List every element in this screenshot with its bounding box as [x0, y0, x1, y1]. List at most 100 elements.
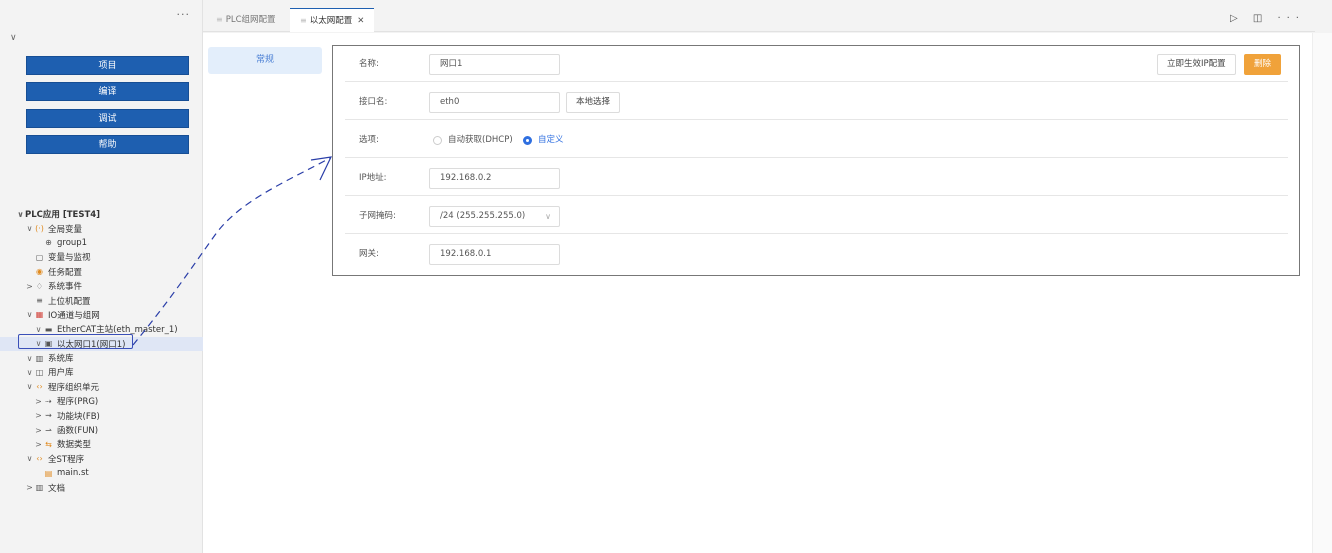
tree-item[interactable]: > ⇆ 数据类型: [0, 437, 203, 451]
apply-ip-button[interactable]: 立即生效IP配置: [1157, 54, 1236, 75]
tree-item-label: 函数(FUN): [57, 426, 99, 437]
tree-node-icon: ⇢: [45, 396, 52, 406]
category-general[interactable]: 常规: [208, 47, 322, 74]
tree-node-icon: ⇝: [45, 411, 52, 421]
project-tree: ∨ PLC应用 [TEST4] ∨ (·) 全局变量 ⊕ group1 ▢ 变量与监视 ◉ 任务配置…: [0, 207, 203, 495]
tree-item[interactable]: ∨ PLC应用 [TEST4]: [0, 207, 203, 221]
tree-item-label: group1: [57, 237, 88, 248]
row-options: 选项: 自动获取(DHCP) 自定义: [345, 122, 1288, 158]
tab-label: 以太网配置: [309, 16, 353, 26]
tree-node-icon: ▥: [35, 353, 44, 363]
tree-node-icon: ◉: [36, 267, 43, 277]
compile-button[interactable]: 编译: [26, 82, 189, 101]
radio-checked-icon: [523, 135, 532, 145]
row-interface: 接口名: eth0 本地选择: [345, 84, 1288, 120]
tree-item[interactable]: ∨ ◫ 用户库: [0, 365, 203, 379]
chevron-down-icon[interactable]: ∨: [25, 382, 34, 391]
tree-item-label: 数据类型: [57, 440, 92, 451]
selection-highlight: [18, 334, 133, 349]
tree-node-icon: ▥: [35, 483, 44, 493]
tree-item[interactable]: > ▥ 文档: [0, 480, 203, 494]
tree-item-label: 用户库: [48, 368, 74, 379]
chevron-right-icon[interactable]: >: [25, 483, 34, 492]
chevron-right-icon[interactable]: >: [34, 440, 43, 449]
name-input[interactable]: 网口1: [429, 54, 560, 75]
tree-item-label: 文档: [48, 483, 66, 494]
tree-node-icon: ⇀: [45, 425, 52, 435]
mask-value: /24 (255.255.255.0): [440, 211, 526, 221]
tree-item[interactable]: > ♢ 系统事件: [0, 279, 203, 293]
row-name: 名称: 网口1 立即生效IP配置 删除: [345, 46, 1288, 82]
row-ip: IP地址: 192.168.0.2: [345, 160, 1288, 196]
ellipsis-icon[interactable]: ···: [177, 8, 191, 21]
chevron-down-icon[interactable]: ∨: [25, 354, 34, 363]
name-label: 名称:: [359, 59, 379, 69]
row-mask: 子网掩码: /24 (255.255.255.0) ∨: [345, 198, 1288, 234]
close-icon[interactable]: ✕: [357, 16, 364, 26]
local-select-button[interactable]: 本地选择: [566, 92, 621, 113]
tree-item[interactable]: ∨ ‹› 程序组织单元: [0, 380, 203, 394]
ip-input[interactable]: 192.168.0.2: [429, 168, 560, 189]
iface-label: 接口名:: [359, 97, 388, 107]
radio-circle-icon: [433, 135, 442, 145]
tree-item-label: 任务配置: [48, 267, 83, 278]
radio-dhcp-label: 自动获取(DHCP): [448, 135, 513, 145]
chevron-down-icon[interactable]: ∨: [34, 325, 43, 334]
tree-item[interactable]: ▤ main.st: [0, 466, 203, 480]
scrollbar[interactable]: [1312, 33, 1332, 553]
help-button[interactable]: 帮助: [26, 135, 189, 154]
tree-item[interactable]: ≡ 上位机配置: [0, 293, 203, 307]
tree-item[interactable]: ⊕ group1: [0, 236, 203, 250]
tree-node-icon: ▤: [44, 468, 53, 478]
tree-item[interactable]: > ⇝ 功能块(FB): [0, 408, 203, 422]
tree-item[interactable]: ∨ (·) 全局变量: [0, 221, 203, 235]
mask-label: 子网掩码:: [359, 211, 396, 221]
chevron-down-icon[interactable]: ∨: [10, 33, 17, 43]
row-gateway: 网关: 192.168.0.1: [345, 236, 1288, 272]
tree-node-icon: ▢: [35, 252, 44, 262]
tree-item[interactable]: ▢ 变量与监视: [0, 250, 203, 264]
chevron-right-icon[interactable]: >: [25, 282, 34, 291]
sidebar-header: ···: [0, 0, 202, 28]
tree-item[interactable]: ◉ 任务配置: [0, 265, 203, 279]
chevron-down-icon[interactable]: ∨: [25, 310, 34, 319]
chevron-down-icon[interactable]: ∨: [25, 368, 34, 377]
iface-input[interactable]: eth0: [429, 92, 560, 113]
delete-button[interactable]: 删除: [1244, 54, 1282, 75]
tab-ethernet-config[interactable]: ≡ 以太网配置 ✕: [290, 8, 375, 32]
radio-custom[interactable]: 自定义: [523, 122, 564, 158]
tree-item-label: 上位机配置: [48, 296, 91, 307]
tree-item-label: 功能块(FB): [57, 411, 100, 422]
tree-item-label: IO通道与组网: [48, 310, 100, 321]
chevron-right-icon[interactable]: >: [34, 426, 43, 435]
tree-item-label: 系统事件: [48, 282, 83, 293]
editor-actions[interactable]: ▷ ◫ ···: [1230, 13, 1305, 24]
tree-node-icon: ‹›: [36, 454, 43, 464]
tab-plc-network-config[interactable]: ≡ PLC组网配置: [206, 8, 286, 32]
chevron-right-icon[interactable]: >: [34, 397, 43, 406]
chevron-right-icon[interactable]: >: [34, 411, 43, 420]
file-icon: ≡: [300, 16, 307, 25]
tree-item[interactable]: ∨ ‹› 全ST程序: [0, 452, 203, 466]
tree-node-icon: ⇆: [45, 439, 52, 449]
gw-input[interactable]: 192.168.0.1: [429, 244, 560, 265]
project-button[interactable]: 项目: [26, 56, 189, 75]
chevron-down-icon[interactable]: ∨: [25, 224, 34, 233]
tree-item[interactable]: ∨ ▥ 系统库: [0, 351, 203, 365]
tree-item[interactable]: > ⇀ 函数(FUN): [0, 423, 203, 437]
tree-item-label: 程序(PRG): [57, 397, 99, 408]
mask-select[interactable]: /24 (255.255.255.0) ∨: [429, 206, 560, 227]
tree-item[interactable]: ∨ ▦ IO通道与组网: [0, 308, 203, 322]
tree-item[interactable]: > ⇢ 程序(PRG): [0, 394, 203, 408]
tree-node-icon: ♢: [35, 281, 44, 291]
tree-item-label: 程序组织单元: [48, 382, 100, 393]
chevron-down-icon[interactable]: ∨: [25, 454, 34, 463]
tree-item-label: 变量与监视: [48, 253, 91, 264]
ip-label: IP地址:: [359, 173, 387, 183]
radio-dhcp[interactable]: 自动获取(DHCP): [433, 122, 513, 158]
tree-item-label: 系统库: [48, 354, 74, 365]
chevron-down-icon[interactable]: ∨: [16, 210, 25, 219]
gw-label: 网关:: [359, 249, 379, 259]
debug-button[interactable]: 调试: [26, 109, 189, 128]
app-window: ··· ∨ 项目 编译 调试 帮助 ∨ PLC应用 [TEST4] ∨ (·) 全局变量…: [0, 0, 1332, 553]
